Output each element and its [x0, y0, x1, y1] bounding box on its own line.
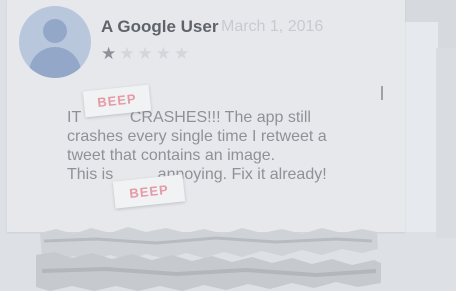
background-card	[436, 48, 456, 238]
reviewer-name: A Google User	[101, 17, 219, 36]
star-rating: ★ ★ ★ ★ ★	[101, 44, 189, 64]
star-icon: ★	[101, 44, 117, 63]
screenshot-stage: A Google User March 1, 2016 ★ ★ ★ ★ ★ IT…	[0, 0, 456, 291]
review-date: March 1, 2016	[221, 18, 324, 35]
background-card	[404, 22, 438, 232]
avatar-head-shape	[43, 19, 67, 43]
review-body: IT CRASHES!!! The app still crashes ever…	[67, 108, 367, 184]
review-card: A Google User March 1, 2016 ★ ★ ★ ★ ★ IT…	[7, 0, 405, 232]
user-avatar-icon[interactable]	[19, 6, 91, 78]
star-icon: ★	[137, 44, 153, 63]
review-line: tweet that contains an image.	[67, 147, 276, 164]
review-line: crashes every single time I retweet a	[67, 128, 327, 145]
star-icon: ★	[155, 44, 171, 63]
star-icon: ★	[174, 44, 190, 63]
torn-paper-strip	[36, 225, 381, 291]
star-icon: ★	[119, 44, 135, 63]
avatar-body-shape	[29, 47, 81, 78]
text-cursor-mark	[381, 86, 383, 100]
